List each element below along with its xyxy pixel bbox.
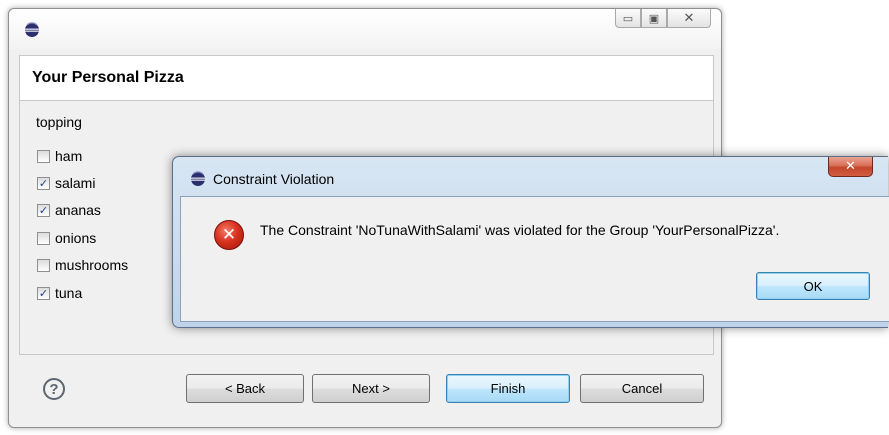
checkbox-label: onions bbox=[55, 230, 97, 246]
eclipse-icon bbox=[25, 22, 39, 37]
page-title: Your Personal Pizza bbox=[32, 69, 184, 86]
checkbox-box[interactable]: ✓ bbox=[37, 176, 50, 190]
window-controls: ▭ ▣ ✕ bbox=[615, 9, 711, 29]
topping-group-label: topping bbox=[36, 114, 82, 130]
checkbox-box[interactable] bbox=[37, 258, 50, 272]
finish-button[interactable]: Finish bbox=[446, 374, 570, 403]
eclipse-icon bbox=[191, 171, 205, 186]
checkbox-ham[interactable]: ham bbox=[37, 147, 82, 165]
help-glyph: ? bbox=[49, 380, 59, 398]
error-icon: ✕ bbox=[214, 220, 244, 250]
checkbox-box[interactable]: ✓ bbox=[37, 286, 50, 300]
cancel-button[interactable]: Cancel bbox=[580, 374, 704, 403]
dialog-content: OK bbox=[180, 196, 889, 322]
dialog-title: Constraint Violation bbox=[213, 171, 335, 187]
checkbox-box[interactable] bbox=[37, 149, 50, 163]
checkbox-label: ananas bbox=[55, 202, 101, 218]
maximize-icon: ▣ bbox=[648, 11, 660, 25]
close-button[interactable]: ✕ bbox=[667, 9, 711, 28]
minimize-icon: ▭ bbox=[622, 11, 634, 25]
help-icon[interactable]: ? bbox=[43, 378, 65, 400]
maximize-button[interactable]: ▣ bbox=[641, 9, 667, 28]
checkbox-salami[interactable]: ✓ salami bbox=[37, 174, 95, 192]
back-button[interactable]: < Back bbox=[186, 374, 304, 403]
checkbox-label: mushrooms bbox=[55, 257, 129, 273]
checkbox-tuna[interactable]: ✓ tuna bbox=[37, 284, 82, 302]
constraint-violation-dialog: Constraint Violation ✕ OK ✕ The Constrai… bbox=[172, 156, 889, 328]
close-icon: ✕ bbox=[845, 159, 856, 174]
checkbox-label: salami bbox=[55, 175, 96, 191]
checkbox-box[interactable] bbox=[37, 231, 50, 245]
checkbox-label: ham bbox=[55, 148, 83, 164]
minimize-button[interactable]: ▭ bbox=[615, 9, 641, 28]
checkbox-ananas[interactable]: ✓ ananas bbox=[37, 201, 101, 219]
ok-button[interactable]: OK bbox=[756, 272, 870, 300]
wizard-titlebar[interactable]: ▭ ▣ ✕ bbox=[9, 9, 721, 49]
next-button[interactable]: Next > bbox=[312, 374, 430, 403]
close-icon: ✕ bbox=[683, 10, 695, 26]
checkbox-box[interactable]: ✓ bbox=[37, 203, 50, 217]
dialog-message: The Constraint 'NoTunaWithSalami' was vi… bbox=[260, 222, 780, 238]
checkbox-label: tuna bbox=[55, 285, 83, 301]
dialog-close-button[interactable]: ✕ bbox=[828, 157, 873, 177]
checkbox-mushrooms[interactable]: mushrooms bbox=[37, 256, 128, 274]
wizard-header: Your Personal Pizza bbox=[19, 55, 714, 101]
checkbox-onions[interactable]: onions bbox=[37, 229, 96, 247]
